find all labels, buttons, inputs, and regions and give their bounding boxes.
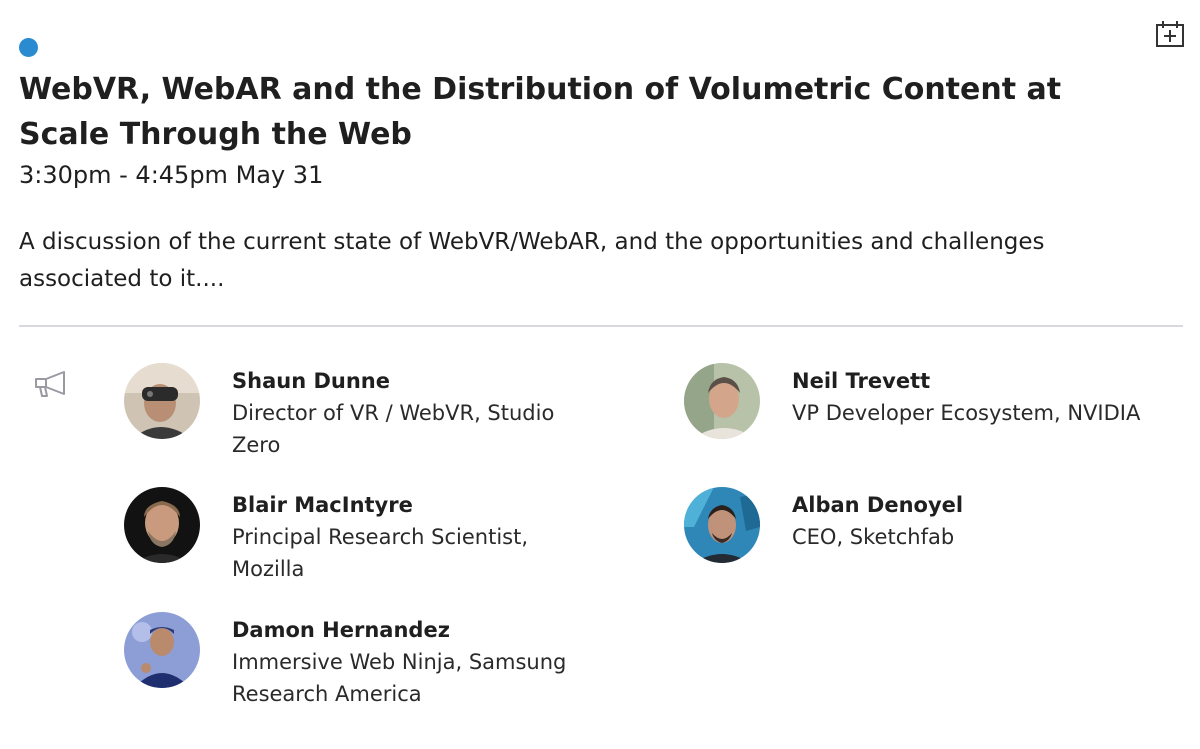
speaker-name: Blair MacIntyre (232, 493, 413, 517)
session-time: 3:30pm - 4:45pm May 31 (19, 161, 324, 189)
speaker-role: VP Developer Ecosystem, NVIDIA (792, 401, 1141, 425)
avatar (124, 363, 200, 439)
calendar-plus-icon (1156, 21, 1184, 47)
session-title: WebVR, WebAR and the Distribution of Vol… (19, 72, 1062, 152)
speaker-info: Damon Hernandez Immersive Web Ninja, Sam… (232, 614, 592, 710)
speaker-info: Neil Trevett VP Developer Ecosystem, NVI… (792, 365, 1192, 429)
divider (19, 325, 1183, 327)
speaker-name: Alban Denoyel (792, 493, 964, 517)
avatar (684, 487, 760, 563)
speaker-name: Neil Trevett (792, 369, 931, 393)
avatar (124, 612, 200, 688)
add-to-calendar-button[interactable] (1155, 20, 1185, 48)
avatar (684, 363, 760, 439)
speaker-role: Immersive Web Ninja, Samsung Research Am… (232, 650, 567, 706)
speaker-name: Damon Hernandez (232, 618, 450, 642)
speaker-role: Director of VR / WebVR, Studio Zero (232, 401, 555, 457)
speaker-info: Alban Denoyel CEO, Sketchfab (792, 489, 1192, 553)
speaker-info: Shaun Dunne Director of VR / WebVR, Stud… (232, 365, 572, 461)
speaker-role: Principal Research Scientist, Mozilla (232, 525, 529, 581)
avatar (124, 487, 200, 563)
session-description: A discussion of the current state of Web… (19, 229, 1045, 292)
speaker-name: Shaun Dunne (232, 369, 390, 393)
speaker-info: Blair MacIntyre Principal Research Scien… (232, 489, 552, 585)
megaphone-icon (33, 369, 71, 399)
status-dot (19, 38, 38, 57)
speaker-role: CEO, Sketchfab (792, 525, 955, 549)
